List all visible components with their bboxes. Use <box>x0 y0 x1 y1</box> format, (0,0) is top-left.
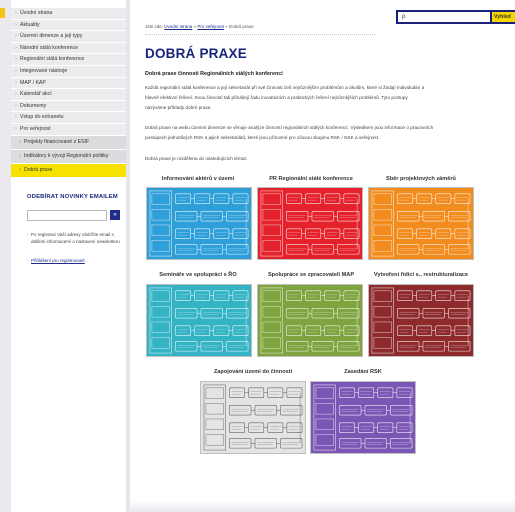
topics-intro: Dobrá praxe je rozdělena do následujícíc… <box>145 156 248 161</box>
nav-item-aktuality[interactable]: Aktuality <box>11 19 126 32</box>
intro-paragraph-line: Každá regionální stálá konference a její… <box>145 85 425 90</box>
nav-item-map-kap[interactable]: MAP / KAP <box>11 77 126 90</box>
newsletter-submit-button[interactable]: » <box>110 210 120 221</box>
practice-paragraph-line: Dobrá praxe na webu územní dimenze se vě… <box>145 125 434 130</box>
flow-diagram <box>369 188 473 259</box>
newsletter-box: ODEBÍRAT NOVINKY EMAILEM » Po registraci… <box>11 194 126 263</box>
nav-item-extranet[interactable]: Vstup do extranetu <box>11 112 126 124</box>
flow-diagram <box>201 382 305 453</box>
practice-paragraph-line: postupech jednotlivých RSK a jejich sekr… <box>145 135 380 140</box>
main-nav: Úvodní strana Aktuality Územní dimenze a… <box>11 8 126 178</box>
breadcrumb-current: Dobrá praxe <box>228 24 254 29</box>
breadcrumb-link-public[interactable]: Pro veřejnost <box>197 24 224 29</box>
edge-tab <box>0 8 5 18</box>
breadcrumb: Jste zde: Úvodní strana » Pro veřejnost … <box>145 24 254 29</box>
flow-diagram <box>258 285 362 356</box>
breadcrumb-separator: » <box>193 24 197 29</box>
nav-item-dokumenty[interactable]: Dokumenty <box>11 100 126 113</box>
newsletter-email-input[interactable] <box>27 209 107 221</box>
sidebar: Úvodní strana Aktuality Územní dimenze a… <box>11 0 126 512</box>
topic-title-pr-rsk: PR Regionální stálé konference <box>269 176 353 182</box>
search-button[interactable]: Vyhled <box>492 12 515 22</box>
flow-diagram <box>311 382 415 453</box>
page-title: DOBRÁ PRAXE <box>145 46 247 61</box>
flow-diagram <box>369 285 473 356</box>
nav-item-integrovane-nastroje[interactable]: Integrované nástroje <box>11 65 126 78</box>
breadcrumb-prefix: Jste zde: <box>145 24 164 29</box>
topic-thumbnail-seminare[interactable] <box>146 284 252 357</box>
login-registered-link[interactable]: Přihlášení pro registrované <box>27 258 126 263</box>
search-bar: ρ Vyhled <box>396 10 515 24</box>
search-input[interactable]: ρ <box>398 12 490 22</box>
nav-item-uvodni-strana[interactable]: Úvodní strana <box>11 8 126 20</box>
flow-diagram <box>258 188 362 259</box>
nav-item-regionalni-konference[interactable]: Regionální stálá konference <box>11 54 126 66</box>
topic-thumbnail-spoluprace-map[interactable] <box>257 284 363 357</box>
topic-thumbnail-zasedani-rsk[interactable] <box>310 381 416 454</box>
topic-title-spoluprace-map: Spolupráce se zpracovateli MAP <box>267 272 355 278</box>
topic-title-sber-zameru: Sběr projektových záměrů <box>386 176 456 182</box>
page-subheading: Dobrá praxe činnosti Regionálních stálýc… <box>145 71 283 77</box>
nav-item-pro-verejnost[interactable]: Pro veřejnost <box>11 123 126 136</box>
newsletter-note: Po registraci Vaší adresy obdržíte email… <box>27 232 123 246</box>
breadcrumb-separator: » <box>225 24 228 29</box>
topic-title-seminare: Semináře ve spolupráci s ŘO <box>159 272 237 278</box>
subnav-item-indikatory[interactable]: Indikátory k vývoji Regionální politiky <box>11 149 126 164</box>
topic-title-ridici-skupina: Vytvoření řídicí s., restrukturalizace <box>373 272 469 278</box>
breadcrumb-link-home[interactable]: Úvodní strana <box>164 24 192 29</box>
subnav-item-dobra-praxe[interactable]: Dobrá praxe <box>11 163 126 178</box>
topic-title-zapojovani-uzemi: Zapojování území do činnosti <box>213 369 293 375</box>
window-left-strip <box>0 0 11 512</box>
topic-thumbnail-informovani[interactable] <box>146 187 252 260</box>
topic-title-zasedani-rsk: Zasedání RSK <box>344 369 382 375</box>
flow-diagram <box>147 188 251 259</box>
topic-thumbnail-zapojovani-uzemi[interactable] <box>200 381 306 454</box>
topic-thumbnail-ridici-skupina[interactable] <box>368 284 474 357</box>
intro-paragraph-line: nazýváme příklady dobré praxe. <box>145 105 212 110</box>
nav-item-uzemni-dimenze[interactable]: Územní dimenze a její typy <box>11 31 126 43</box>
nav-item-narodni-konference[interactable]: Národní stálá konference <box>11 42 126 55</box>
intro-paragraph-line: hlavně efektivní řešení. Svou činností t… <box>145 95 408 100</box>
bottom-fade <box>130 500 515 512</box>
breadcrumb-divider <box>145 34 375 35</box>
newsletter-title: ODEBÍRAT NOVINKY EMAILEM <box>27 193 118 200</box>
topic-thumbnail-pr-rsk[interactable] <box>257 187 363 260</box>
main-content: ρ Vyhled Jste zde: Úvodní strana » Pro v… <box>130 0 515 512</box>
nav-item-kalendar-akci[interactable]: Kalendář akcí <box>11 89 126 101</box>
newsletter-form: » <box>27 209 126 221</box>
topic-thumbnail-sber-zameru[interactable] <box>368 187 474 260</box>
flow-diagram <box>147 285 251 356</box>
subnav-item-projekty-esif[interactable]: Projekty financované z ESIF <box>11 135 126 150</box>
topic-title-informovani: Informování aktérů v území <box>161 176 235 182</box>
